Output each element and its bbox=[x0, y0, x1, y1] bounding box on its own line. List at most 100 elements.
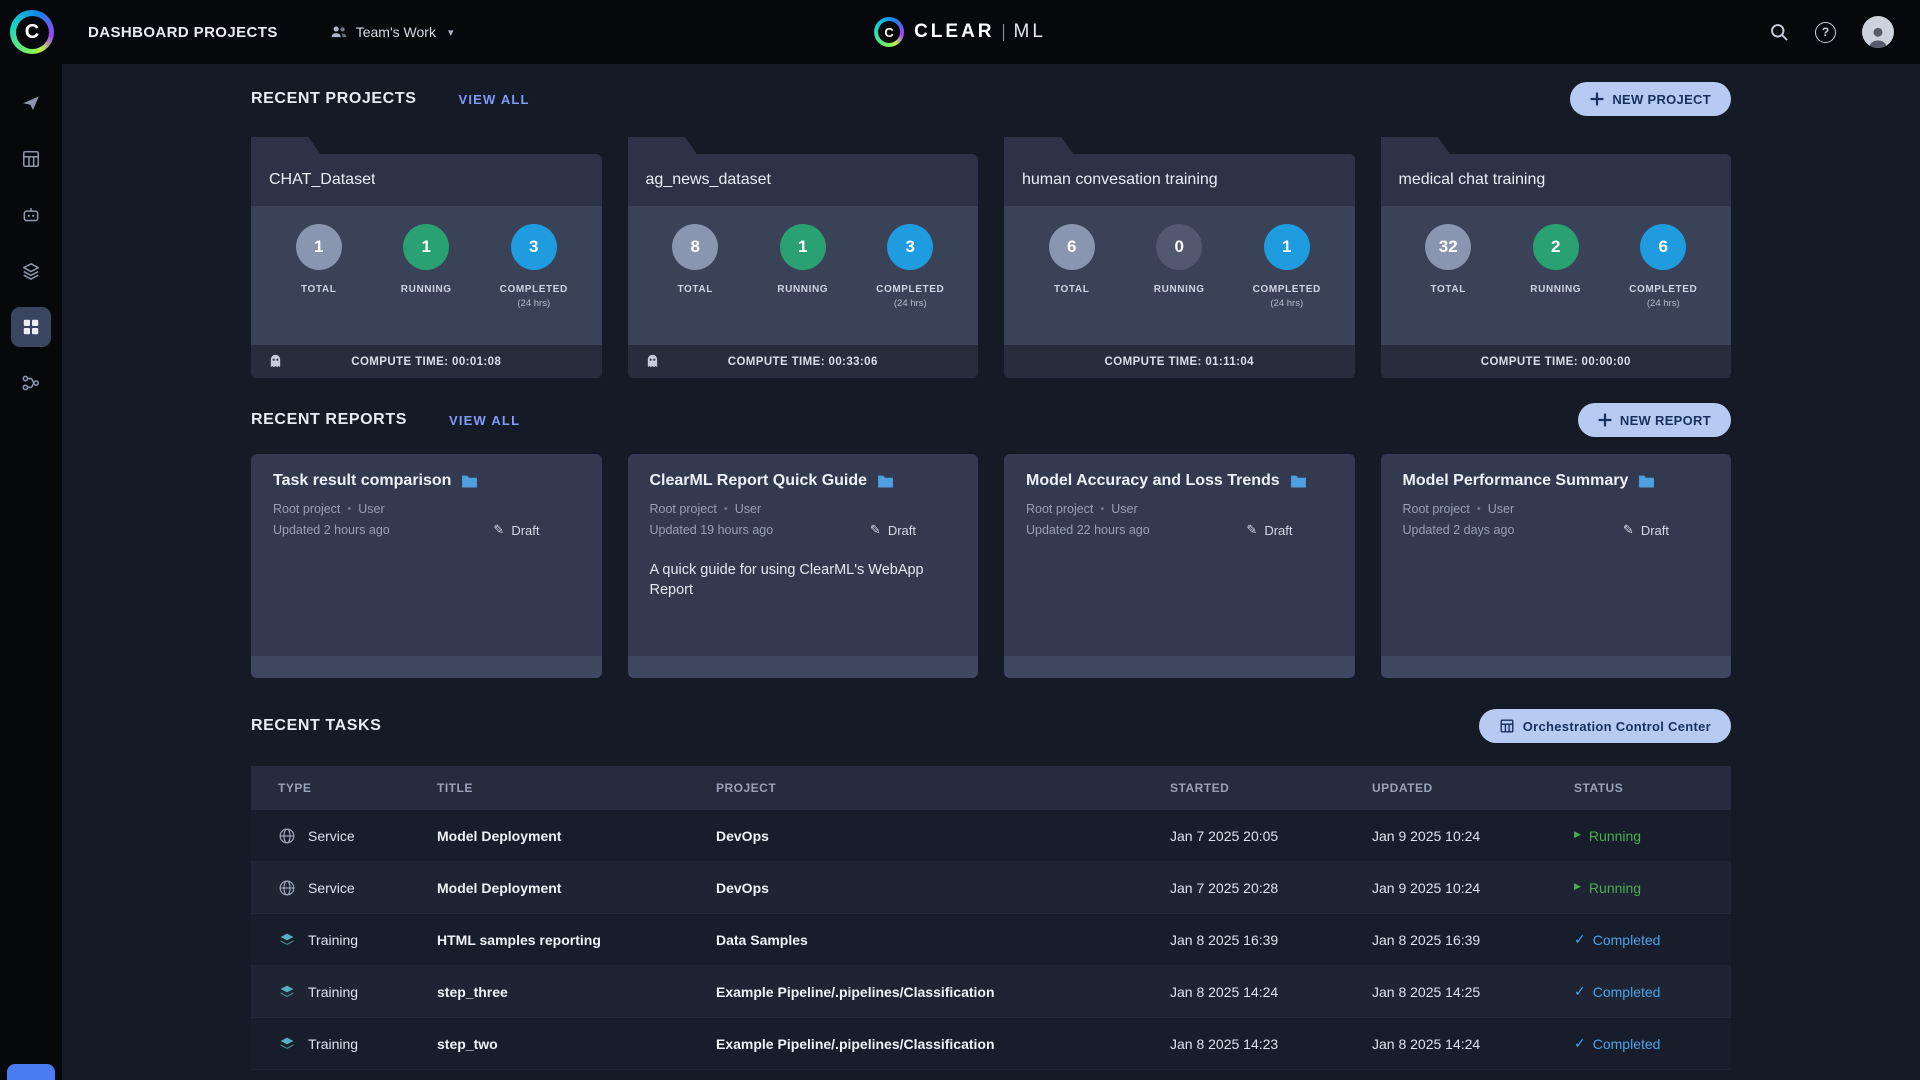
report-updated: Updated 2 hours ago bbox=[273, 523, 390, 537]
sidebar-bottom-tab[interactable] bbox=[7, 1064, 55, 1080]
pipeline-icon bbox=[11, 363, 51, 403]
project-card[interactable]: human convesation training 6 TOTAL 0 RUN… bbox=[1004, 137, 1355, 378]
dot-separator: • bbox=[1476, 503, 1481, 515]
task-project: Data Samples bbox=[716, 931, 808, 948]
report-project: Root project bbox=[273, 502, 341, 516]
task-updated: Jan 8 2025 16:39 bbox=[1372, 931, 1481, 948]
grid-icon bbox=[1500, 719, 1514, 733]
pencil-icon: ✎ bbox=[493, 522, 505, 537]
running-label: RUNNING bbox=[1153, 284, 1205, 295]
table-row[interactable]: Training HTML samples reporting Data Sam… bbox=[251, 914, 1731, 966]
completed-period: (24 hrs) bbox=[1646, 298, 1680, 309]
report-user: User bbox=[358, 502, 385, 516]
report-user: User bbox=[1111, 502, 1138, 516]
compute-strip: COMPUTE TIME: 01:11:04 bbox=[1004, 345, 1355, 378]
tasks-section-header: RECENT TASKS Orchestration Control Cente… bbox=[251, 708, 1731, 744]
project-card[interactable]: ag_news_dataset 8 TOTAL 1 RUNNING 3 COMP… bbox=[627, 137, 978, 378]
task-type-label: Training bbox=[308, 931, 359, 948]
sidebar-item-datasets[interactable] bbox=[0, 243, 62, 299]
report-cards-row: Task result comparison Root project • Us… bbox=[251, 454, 1731, 678]
report-card-footer bbox=[251, 656, 602, 678]
task-updated: Jan 9 2025 10:24 bbox=[1372, 827, 1481, 844]
running-label: RUNNING bbox=[400, 284, 452, 295]
draft-label: Draft bbox=[1640, 522, 1669, 538]
report-card[interactable]: Model Accuracy and Loss Trends Root proj… bbox=[1004, 454, 1355, 678]
new-report-button[interactable]: NEW REPORT bbox=[1577, 403, 1731, 437]
running-count: 2 bbox=[1532, 224, 1579, 270]
total-label: TOTAL bbox=[1430, 284, 1466, 295]
report-project: Root project bbox=[649, 502, 717, 516]
total-count: 1 bbox=[295, 224, 342, 270]
compute-strip: COMPUTE TIME: 00:01:08 bbox=[251, 345, 602, 378]
compute-strip: COMPUTE TIME: 00:00:00 bbox=[1380, 345, 1731, 378]
sidebar-nav bbox=[0, 64, 62, 1080]
task-title: step_two bbox=[437, 1035, 498, 1052]
completed-count: 6 bbox=[1640, 224, 1687, 270]
running-count: 0 bbox=[1156, 224, 1203, 270]
report-card[interactable]: Model Performance Summary Root project •… bbox=[1380, 454, 1731, 678]
project-name: CHAT_Dataset bbox=[269, 171, 376, 188]
sidebar-item-applications[interactable] bbox=[0, 187, 62, 243]
projects-heading: RECENT PROJECTS bbox=[251, 90, 417, 107]
report-card-footer bbox=[1004, 656, 1355, 678]
report-meta-row: Updated 22 hours ago ✎ Draft bbox=[1026, 522, 1333, 538]
person-icon bbox=[1869, 27, 1887, 48]
project-card[interactable]: medical chat training 32 TOTAL 2 RUNNING… bbox=[1380, 137, 1731, 378]
task-title: Model Deployment bbox=[437, 879, 562, 896]
folder-icon bbox=[877, 474, 894, 489]
user-avatar[interactable] bbox=[1862, 16, 1894, 48]
projects-view-all-link[interactable]: VIEW ALL bbox=[458, 92, 529, 107]
reports-view-all-link[interactable]: VIEW ALL bbox=[449, 413, 520, 428]
project-card-header: ag_news_dataset bbox=[627, 154, 978, 206]
task-type: Training bbox=[278, 1035, 437, 1053]
task-updated: Jan 8 2025 14:25 bbox=[1372, 983, 1481, 1000]
table-header: TYPE TITLE PROJECT STARTED UPDATED STATU… bbox=[251, 766, 1731, 810]
dot-separator: • bbox=[1100, 503, 1105, 515]
search-icon[interactable] bbox=[1769, 22, 1789, 42]
table-row[interactable]: Service Model Deployment DevOps Jan 7 20… bbox=[251, 810, 1731, 862]
new-project-button[interactable]: NEW PROJECT bbox=[1570, 82, 1731, 116]
logo-text-clear: CLEAR bbox=[914, 21, 995, 42]
task-started: Jan 8 2025 16:39 bbox=[1170, 931, 1279, 948]
dot-separator: • bbox=[723, 503, 728, 515]
col-started: STARTED bbox=[1170, 781, 1230, 795]
total-count: 6 bbox=[1048, 224, 1095, 270]
task-started: Jan 7 2025 20:28 bbox=[1170, 879, 1279, 896]
compute-time: COMPUTE TIME: 01:11:04 bbox=[1104, 355, 1254, 368]
dashboard-grid-icon bbox=[11, 307, 51, 347]
report-title: Model Performance Summary bbox=[1402, 472, 1629, 489]
status-badge: ✓ Completed bbox=[1574, 1035, 1731, 1052]
tasks-heading: RECENT TASKS bbox=[251, 717, 382, 734]
table-row[interactable]: Training step_two Example Pipeline/.pipe… bbox=[251, 1018, 1731, 1070]
stat-completed: 6 COMPLETED (24 hrs) bbox=[1610, 224, 1716, 345]
folder-tab bbox=[251, 137, 321, 155]
report-card[interactable]: ClearML Report Quick Guide Root project … bbox=[627, 454, 978, 678]
help-icon[interactable]: ? bbox=[1815, 21, 1836, 43]
task-type-label: Service bbox=[308, 879, 355, 896]
project-card[interactable]: CHAT_Dataset 1 TOTAL 1 RUNNING 3 COMPLET… bbox=[251, 137, 602, 378]
report-meta-row: Updated 2 days ago ✎ Draft bbox=[1403, 522, 1710, 538]
report-title: ClearML Report Quick Guide bbox=[649, 472, 868, 489]
col-type: TYPE bbox=[278, 781, 312, 795]
clearml-logo-icon-small: C bbox=[874, 17, 905, 47]
task-project: Example Pipeline/.pipelines/Classificati… bbox=[716, 1035, 995, 1052]
report-card-footer bbox=[627, 656, 978, 678]
report-project: Root project bbox=[1402, 502, 1470, 516]
sidebar-item-dashboard[interactable] bbox=[0, 299, 62, 355]
plus-icon bbox=[1598, 413, 1612, 427]
completed-label: COMPLETED bbox=[1629, 284, 1698, 295]
globe-icon bbox=[278, 879, 296, 897]
sidebar-item-projects[interactable] bbox=[0, 75, 62, 131]
orchestration-control-center-button[interactable]: Orchestration Control Center bbox=[1478, 709, 1731, 743]
project-card-header: medical chat training bbox=[1380, 154, 1731, 206]
sidebar-item-orchestration[interactable] bbox=[0, 131, 62, 187]
sidebar-item-pipelines[interactable] bbox=[0, 355, 62, 411]
report-card-header: Model Accuracy and Loss Trends bbox=[1026, 472, 1333, 490]
table-row[interactable]: Training step_three Example Pipeline/.pi… bbox=[251, 966, 1731, 1018]
app-logo[interactable]: C bbox=[0, 0, 64, 64]
clearml-wordmark: C CLEAR ML bbox=[874, 0, 1046, 64]
report-card[interactable]: Task result comparison Root project • Us… bbox=[251, 454, 602, 678]
workspace-switcher[interactable]: Team's Work ▾ bbox=[330, 23, 453, 41]
compute-time: COMPUTE TIME: 00:33:06 bbox=[727, 355, 878, 368]
table-row[interactable]: Service Model Deployment DevOps Jan 7 20… bbox=[251, 862, 1731, 914]
